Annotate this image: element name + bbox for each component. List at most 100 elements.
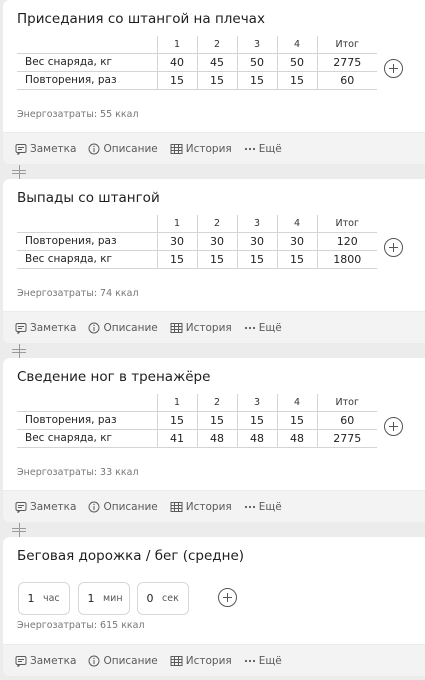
table-header-label: [17, 215, 157, 232]
add-set-button[interactable]: [384, 59, 403, 78]
note-icon: [15, 143, 27, 155]
set-value[interactable]: 30: [236, 232, 277, 250]
minutes-unit: мин: [103, 593, 123, 604]
total-value: 60: [316, 411, 377, 429]
note-button[interactable]: Заметка: [15, 322, 76, 334]
row-label: Повторения, раз: [25, 235, 117, 247]
exercise-title[interactable]: Выпады со штангой: [17, 190, 160, 206]
set-header: 3: [236, 36, 277, 53]
set-value[interactable]: 48: [236, 429, 277, 447]
description-button[interactable]: Описание: [88, 654, 158, 667]
seconds-value[interactable]: 0: [138, 592, 162, 605]
total-value: 60: [316, 71, 377, 89]
description-button[interactable]: Описание: [88, 500, 158, 513]
set-value[interactable]: 15: [196, 71, 237, 89]
add-interval-button[interactable]: [218, 588, 237, 607]
note-button[interactable]: Заметка: [15, 655, 76, 667]
history-button[interactable]: История: [170, 322, 232, 334]
set-value[interactable]: 15: [276, 71, 317, 89]
more-button[interactable]: Ещё: [244, 143, 282, 155]
exercise-card: Выпады со штангой 1 2 3 4 Итог Повторени…: [3, 179, 425, 343]
exercise-title[interactable]: Беговая дорожка / бег (средне): [17, 548, 244, 564]
set-value[interactable]: 30: [276, 232, 317, 250]
more-button[interactable]: Ещё: [244, 322, 282, 334]
hours-field[interactable]: 1 час: [18, 582, 70, 615]
set-value[interactable]: 15: [156, 71, 197, 89]
drag-handle-icon[interactable]: [12, 523, 26, 537]
set-value[interactable]: 40: [156, 53, 197, 71]
note-button[interactable]: Заметка: [15, 501, 76, 513]
add-set-button[interactable]: [384, 417, 403, 436]
drag-handle-icon[interactable]: [12, 165, 26, 179]
set-value[interactable]: 48: [196, 429, 237, 447]
table-row: Вес снаряда, кг 41 48 48 48 2775: [17, 429, 377, 447]
more-button[interactable]: Ещё: [244, 501, 282, 513]
set-value[interactable]: 15: [236, 411, 277, 429]
set-value[interactable]: 45: [196, 53, 237, 71]
energy-text: Энергозатраты: 55 ккал: [17, 109, 139, 120]
total-header: Итог: [316, 394, 377, 411]
note-label: Заметка: [30, 654, 77, 667]
set-value[interactable]: 50: [236, 53, 277, 71]
set-value[interactable]: 15: [276, 411, 317, 429]
description-label: Описание: [103, 654, 158, 667]
note-button[interactable]: Заметка: [15, 143, 76, 155]
total-value: 1800: [316, 250, 377, 268]
row-label: Вес снаряда, кг: [25, 432, 113, 444]
total-value: 2775: [316, 429, 377, 447]
dots-icon: [244, 147, 255, 150]
set-header: 1: [156, 215, 197, 232]
table-row: Повторения, раз 30 30 30 30 120: [17, 232, 377, 250]
sets-table: 1 2 3 4 Итог Повторения, раз 15 15 15 15…: [17, 394, 377, 448]
set-header: 4: [276, 215, 317, 232]
table-row: Вес снаряда, кг 15 15 15 15 1800: [17, 250, 377, 268]
set-value[interactable]: 15: [196, 411, 237, 429]
seconds-field[interactable]: 0 сек: [137, 582, 189, 615]
set-value[interactable]: 15: [156, 411, 197, 429]
add-set-button[interactable]: [384, 238, 403, 257]
exercise-card: Приседания со штангой на плечах 1 2 3 4 …: [3, 0, 425, 164]
description-button[interactable]: Описание: [88, 322, 158, 334]
dots-icon: [244, 659, 255, 662]
more-label: Ещё: [258, 321, 282, 334]
set-value[interactable]: 48: [276, 429, 317, 447]
note-label: Заметка: [30, 142, 77, 155]
description-label: Описание: [103, 500, 158, 513]
total-header: Итог: [316, 215, 377, 232]
history-label: История: [185, 142, 232, 155]
history-label: История: [185, 500, 232, 513]
set-value[interactable]: 30: [196, 232, 237, 250]
hours-value[interactable]: 1: [19, 592, 43, 605]
set-value[interactable]: 30: [156, 232, 197, 250]
more-label: Ещё: [258, 654, 282, 667]
minutes-value[interactable]: 1: [79, 592, 103, 605]
exercise-title[interactable]: Сведение ног в тренажёре: [17, 369, 210, 385]
set-value[interactable]: 15: [276, 250, 317, 268]
history-button[interactable]: История: [170, 501, 232, 513]
note-icon: [15, 322, 27, 334]
set-value[interactable]: 15: [236, 250, 277, 268]
set-value[interactable]: 41: [156, 429, 197, 447]
more-button[interactable]: Ещё: [244, 655, 282, 667]
energy-text: Энергозатраты: 33 ккал: [17, 467, 139, 478]
info-icon: [88, 322, 100, 333]
history-button[interactable]: История: [170, 143, 232, 155]
table-icon: [170, 655, 183, 666]
drag-handle-icon[interactable]: [12, 344, 26, 358]
more-label: Ещё: [258, 500, 282, 513]
set-value[interactable]: 15: [156, 250, 197, 268]
set-header: 1: [156, 394, 197, 411]
row-label: Повторения, раз: [25, 74, 117, 86]
hours-unit: час: [43, 593, 60, 604]
set-header: 4: [276, 394, 317, 411]
set-header: 3: [236, 215, 277, 232]
minutes-field[interactable]: 1 мин: [78, 582, 130, 615]
set-header: 2: [196, 215, 237, 232]
exercise-title[interactable]: Приседания со штангой на плечах: [17, 11, 265, 27]
set-value[interactable]: 50: [276, 53, 317, 71]
history-button[interactable]: История: [170, 655, 232, 667]
set-value[interactable]: 15: [236, 71, 277, 89]
description-button[interactable]: Описание: [88, 143, 158, 155]
info-icon: [88, 655, 100, 666]
set-value[interactable]: 15: [196, 250, 237, 268]
